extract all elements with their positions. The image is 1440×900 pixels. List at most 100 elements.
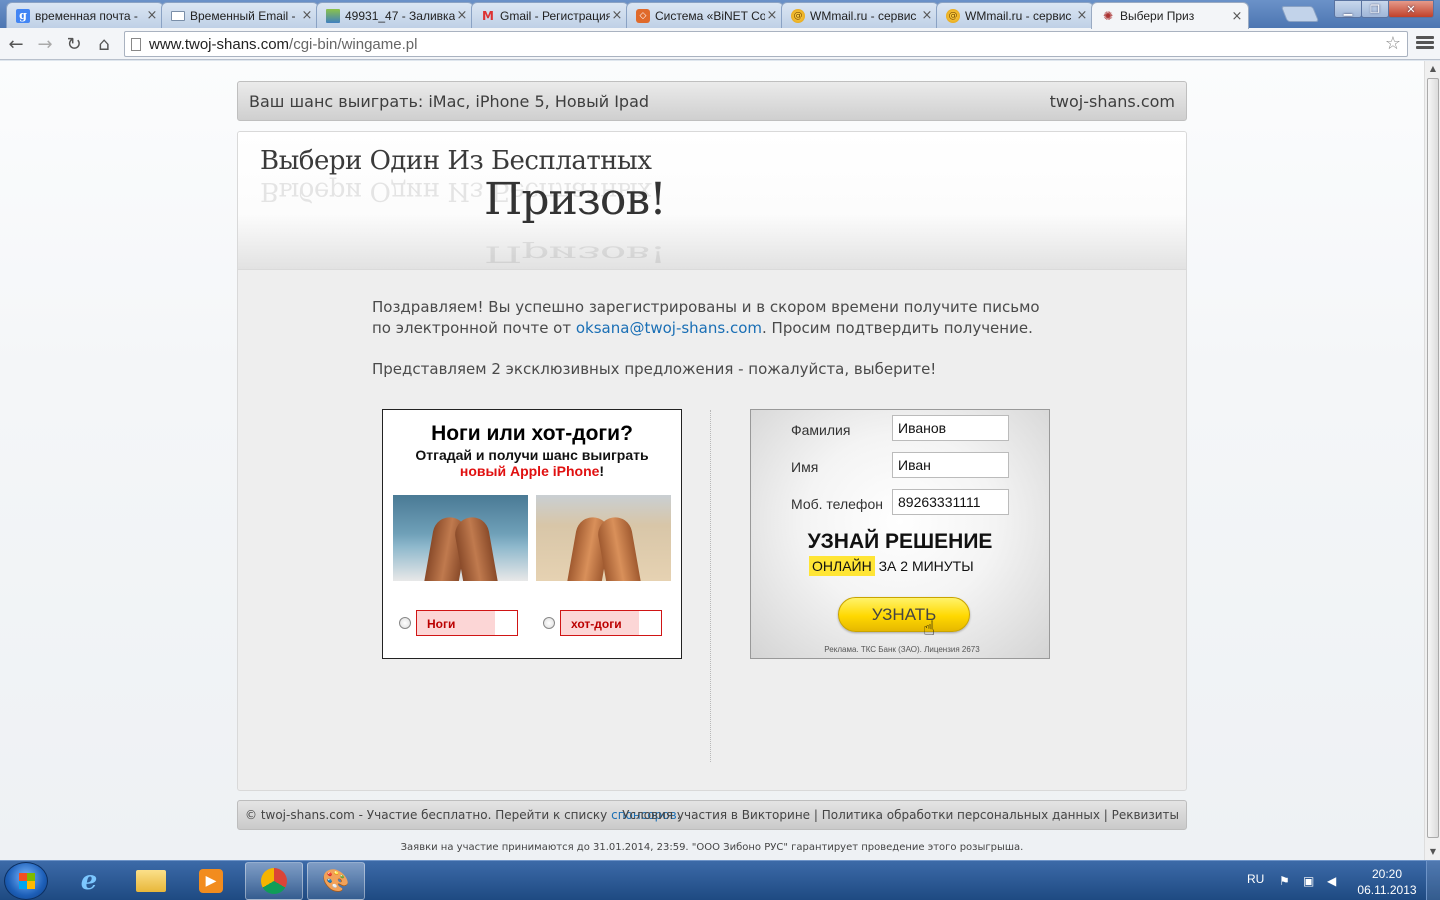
reload-icon: ↻ <box>66 33 82 55</box>
choice-hotdogs[interactable]: хот-доги <box>543 610 662 636</box>
tab-title: Выбери Приз <box>1120 9 1195 23</box>
footer-links[interactable]: Условия участия в Викторине | Политика о… <box>622 808 1179 822</box>
solve-highlight: ОНЛАЙН <box>809 556 875 576</box>
legs-radio[interactable] <box>399 617 411 629</box>
close-icon[interactable]: × <box>920 8 934 23</box>
tab-title: временная почта - <box>35 8 138 23</box>
taskbar-explorer[interactable] <box>122 862 180 900</box>
close-icon[interactable]: × <box>145 8 159 23</box>
folder-icon <box>136 870 166 892</box>
intro-text: Поздравляем! Вы успешно зарегистрированы… <box>372 297 1052 339</box>
tab-google[interactable]: g временная почта - × <box>6 2 164 28</box>
close-icon[interactable]: × <box>300 8 314 23</box>
url-path: /cgi-bin/wingame.pl <box>289 35 418 53</box>
chrome-menu-icon[interactable] <box>1416 34 1434 52</box>
hotdogs-radio[interactable] <box>543 617 555 629</box>
header-domain: twoj-shans.com <box>1049 92 1175 111</box>
scroll-down-icon[interactable]: ▼ <box>1425 844 1440 860</box>
tab-temp-email[interactable]: Временный Email - × <box>161 2 319 28</box>
hotdogs-photo[interactable] <box>536 495 671 581</box>
url-host: www.twoj-shans.com <box>149 35 290 53</box>
mail-icon <box>171 10 185 21</box>
surname-input[interactable]: Иванов <box>892 415 1009 441</box>
close-icon[interactable]: × <box>1075 8 1089 23</box>
binet-icon: ◇ <box>636 8 650 23</box>
tab-title: Система «BiNET Co <box>655 8 765 23</box>
quiz-subtitle-end: ! <box>599 463 605 479</box>
tab-wmmail-2[interactable]: @ WMmail.ru - сервис × <box>936 2 1094 28</box>
choice-hotdogs-label[interactable]: хот-доги <box>560 610 662 636</box>
reload-button[interactable]: ↻ <box>62 32 86 56</box>
close-window-button[interactable]: ✕ <box>1388 0 1434 18</box>
main-card: Выбери Один Из Бесплатных Призов! Выбери… <box>237 131 1187 791</box>
gmail-icon: M <box>482 8 494 23</box>
close-icon[interactable]: × <box>1230 9 1244 24</box>
close-icon[interactable]: × <box>765 8 779 23</box>
tab-wmmail-1[interactable]: @ WMmail.ru - сервис × <box>781 2 939 28</box>
learn-button[interactable]: УЗНАТЬ <box>838 597 970 632</box>
intro-text-part: . Просим подтвердить получение. <box>762 319 1033 337</box>
start-button[interactable] <box>4 862 48 900</box>
tab-image-upload[interactable]: 49931_47 - Заливка × <box>316 2 474 28</box>
sender-email-link[interactable]: oksana@twoj-shans.com <box>576 319 762 337</box>
tab-title: Gmail - Регистрация <box>500 8 610 23</box>
tab-title: 49931_47 - Заливка <box>345 8 455 23</box>
offers-intro: Представляем 2 эксклюзивных предложения … <box>372 360 937 378</box>
tab-title: Временный Email - <box>190 8 296 23</box>
volume-icon[interactable]: ◀ <box>1327 874 1341 888</box>
paint-icon: 🎨 <box>322 868 350 894</box>
bookmark-star-icon[interactable]: ☆ <box>1385 33 1401 54</box>
tab-list: g временная почта - × Временный Email - … <box>6 2 1249 29</box>
network-icon[interactable]: ▣ <box>1303 874 1317 888</box>
clock-date[interactable]: 06.11.2013 <box>1354 883 1420 897</box>
solve-rest: ЗА 2 МИНУТЫ <box>874 558 974 574</box>
taskbar-ie[interactable]: e <box>60 862 118 900</box>
address-bar[interactable]: www.twoj-shans.com/cgi-bin/wingame.pl ☆ <box>124 31 1408 57</box>
offer-bank-form: Фамилия Иванов Имя Иван Моб. телефон 892… <box>750 409 1050 659</box>
choice-legs-label[interactable]: Ноги <box>416 610 518 636</box>
minimize-button[interactable]: ▁ <box>1334 0 1362 18</box>
tab-binet[interactable]: ◇ Система «BiNET Co × <box>626 2 784 28</box>
quiz-title: Ноги или хот-доги? <box>431 422 633 445</box>
page-scrollbar[interactable]: ▲ ▼ <box>1424 61 1440 860</box>
clock-time[interactable]: 20:20 <box>1358 867 1416 881</box>
page-icon <box>131 37 141 51</box>
solve-title: УЗНАЙ РЕШЕНИЕ <box>807 530 993 553</box>
back-button[interactable]: ← <box>4 32 28 56</box>
scroll-up-icon[interactable]: ▲ <box>1425 61 1440 77</box>
choice-legs[interactable]: Ноги <box>399 610 518 636</box>
tab-choose-prize[interactable]: ✺ Выбери Приз × <box>1091 2 1249 29</box>
legs-photo[interactable] <box>393 495 528 581</box>
close-icon[interactable]: × <box>610 8 624 23</box>
action-center-icon[interactable]: ⚑ <box>1279 874 1293 888</box>
new-tab-button[interactable] <box>1280 6 1320 22</box>
language-indicator[interactable]: RU <box>1247 872 1264 886</box>
home-button[interactable]: ⌂ <box>92 32 116 56</box>
hero-banner: Выбери Один Из Бесплатных Призов! Выбери… <box>238 132 1186 270</box>
quiz-subtitle-prize: новый Apple iPhone! <box>383 463 681 479</box>
media-player-icon: ▶ <box>199 869 223 893</box>
show-desktop-button[interactable] <box>1426 861 1440 900</box>
footer-copyright-text: © twoj-shans.com - Участие бесплатно. Пе… <box>245 808 612 822</box>
taskbar-media-player[interactable]: ▶ <box>182 862 240 900</box>
phone-input[interactable]: 89263331111 <box>892 489 1009 515</box>
hero-title-line2: Призов! <box>484 174 667 225</box>
image-icon <box>326 8 340 23</box>
ie-icon: e <box>80 866 98 896</box>
hero-reflection: Призов! <box>484 240 666 267</box>
maximize-button[interactable]: ❐ <box>1361 0 1389 18</box>
wmmail-icon: @ <box>791 8 805 23</box>
phone-label: Моб. телефон <box>791 496 883 512</box>
forward-button[interactable]: → <box>33 32 57 56</box>
name-input[interactable]: Иван <box>892 452 1009 478</box>
wmmail-icon: @ <box>946 8 960 23</box>
windows-logo-icon <box>19 873 35 889</box>
prize-name: новый Apple iPhone <box>459 463 600 479</box>
taskbar-paint[interactable]: 🎨 <box>307 862 365 900</box>
offer-quiz-banner[interactable]: Ноги или хот-доги? Отгадай и получи шанс… <box>382 409 682 659</box>
close-icon[interactable]: × <box>455 8 469 23</box>
taskbar-chrome[interactable] <box>245 862 303 900</box>
tab-gmail[interactable]: M Gmail - Регистрация × <box>471 2 629 28</box>
scroll-thumb[interactable] <box>1427 78 1439 838</box>
hero-title-line1: Выбери Один Из Бесплатных <box>260 146 652 176</box>
